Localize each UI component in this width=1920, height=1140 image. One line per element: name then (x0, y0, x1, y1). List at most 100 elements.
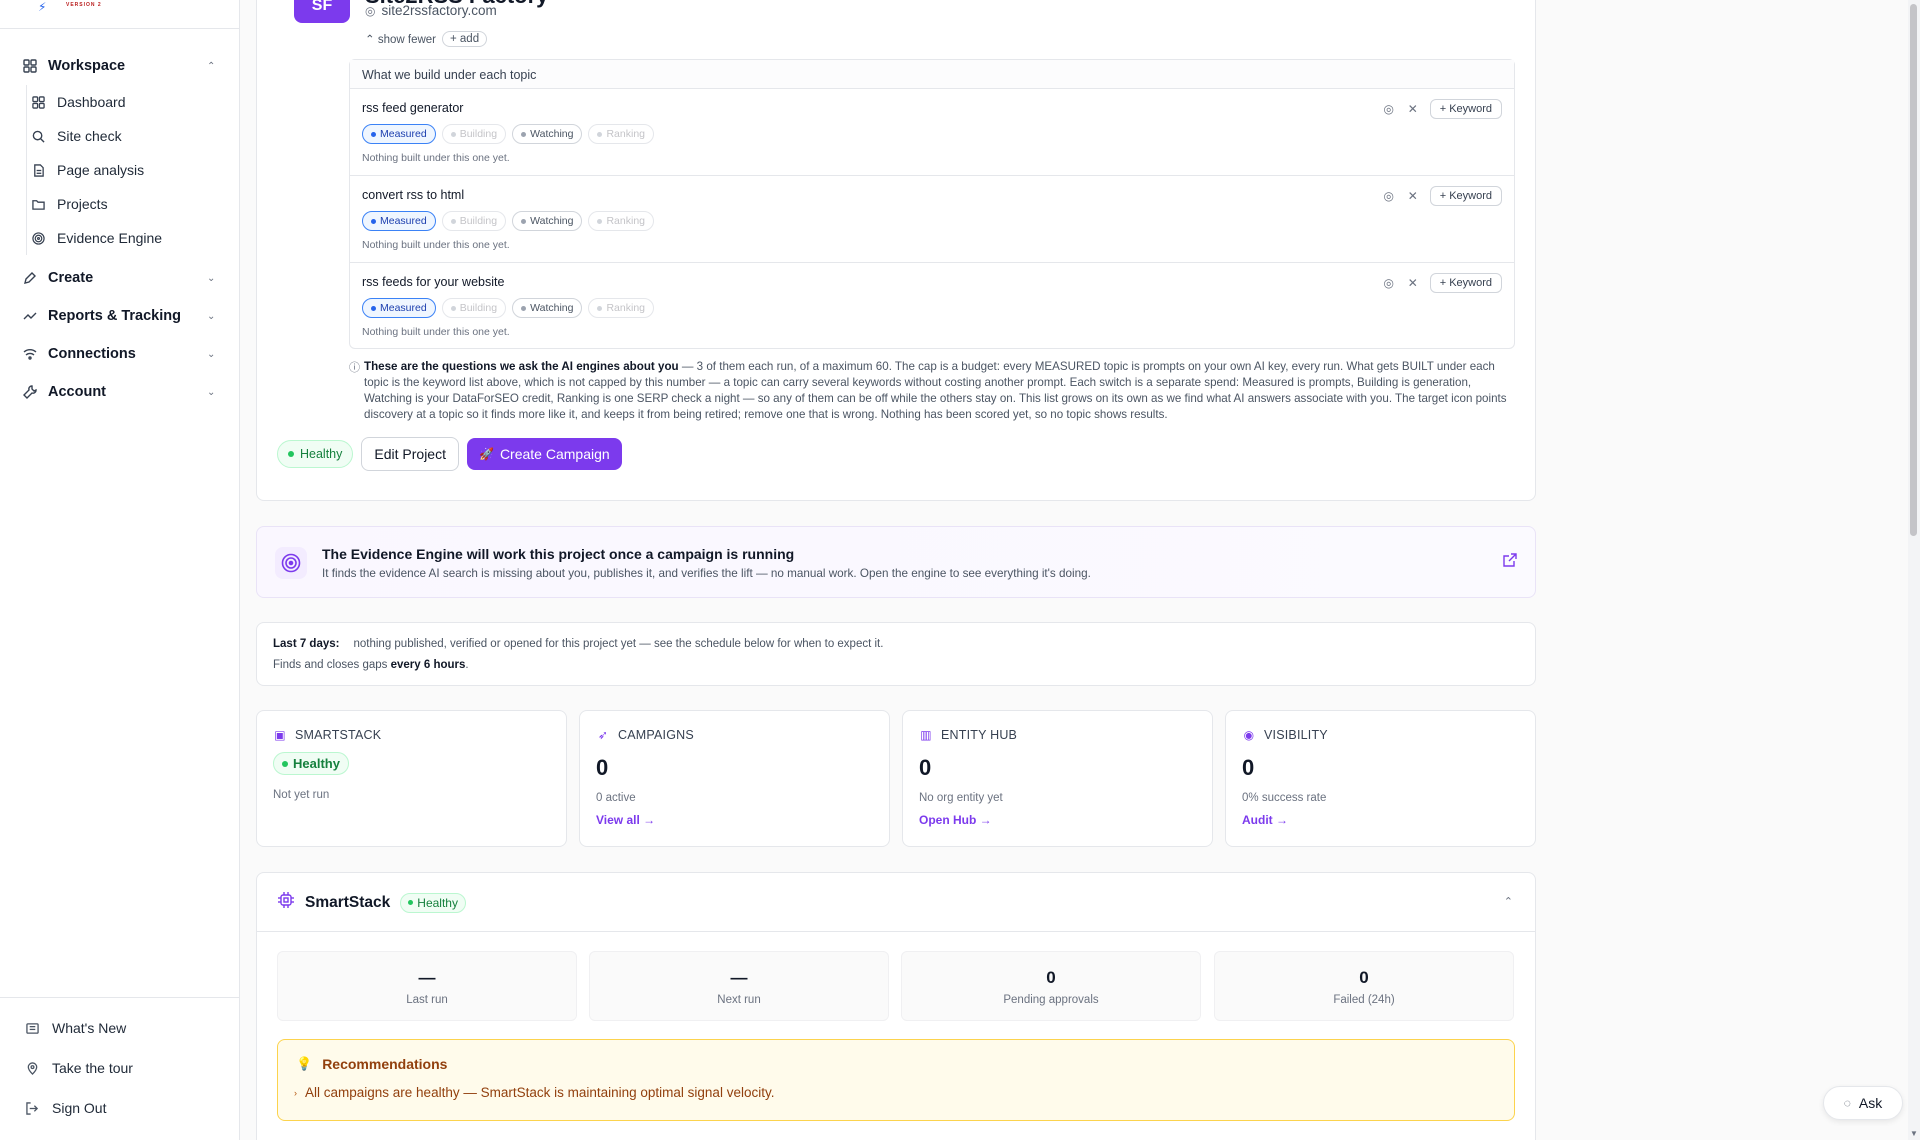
edit-project-button[interactable]: Edit Project (361, 437, 459, 471)
eye-icon: ◉ (1243, 728, 1255, 742)
evidence-engine-banner: The Evidence Engine will work this proje… (256, 526, 1536, 598)
chat-icon: ◌ (1843, 1096, 1851, 1110)
map-pin-icon (24, 1060, 40, 1076)
nav-group-account[interactable]: Account ⌄ (0, 373, 239, 411)
search-icon (31, 129, 45, 143)
topic-row: rss feed generator Measured Building Wat… (350, 89, 1514, 176)
campaigns-stat-card: ➶ CAMPAIGNS 0 0 active View all → (579, 710, 890, 847)
chevron-up-icon[interactable]: ⌃ (1504, 895, 1513, 908)
chip-watching[interactable]: Watching (512, 298, 583, 318)
topic-note: Nothing built under this one yet. (362, 152, 510, 164)
chip-building[interactable]: Building (441, 298, 507, 318)
sign-out-label: Sign Out (52, 1100, 107, 1116)
add-keyword-button[interactable]: + Keyword (1429, 99, 1502, 119)
sidebar-item-evidence-engine[interactable]: Evidence Engine (27, 221, 239, 255)
chip-building[interactable]: Building (441, 211, 507, 231)
sidebar-item-site-check[interactable]: Site check (27, 119, 239, 153)
close-icon[interactable]: ✕ (1406, 189, 1420, 203)
wrench-icon (22, 384, 38, 400)
smartstack-stat-card[interactable]: ▣ SMARTSTACK Healthy Not yet run (256, 710, 567, 847)
nav-group-workspace[interactable]: Workspace ⌃ (0, 47, 239, 85)
close-icon[interactable]: ✕ (1406, 102, 1420, 116)
nav-group-label: Workspace (48, 58, 126, 74)
chip-measured[interactable]: Measured (362, 211, 436, 231)
nav-group-reports[interactable]: Reports & Tracking ⌄ (0, 297, 239, 335)
show-fewer-button[interactable]: ⌃ show fewer (365, 32, 436, 46)
metric-next-run: — Next run (589, 951, 889, 1021)
stat-value: 0 (596, 755, 609, 780)
chip-ranking[interactable]: Ranking (588, 298, 654, 318)
topics-table: What we build under each topic rss feed … (349, 59, 1515, 349)
workspace-items: Dashboard Site check Page analysis Proje… (26, 85, 239, 255)
chevron-down-icon[interactable]: ▼ (1910, 1129, 1918, 1138)
logo-text: VERSION 2 (66, 2, 102, 8)
project-avatar: SF (294, 0, 350, 23)
scrollbar[interactable]: ▼ (1908, 0, 1920, 1140)
target-icon (275, 547, 307, 579)
project-domain-text: site2rssfactory.com (381, 3, 497, 18)
close-icon[interactable]: ✕ (1406, 276, 1420, 290)
chevron-down-icon: ⌄ (207, 386, 216, 398)
chip-building[interactable]: Building (441, 124, 507, 144)
sign-out-link[interactable]: Sign Out (0, 1088, 240, 1128)
topic-chips: Measured Building Watching Ranking (362, 124, 1502, 144)
folder-icon (31, 197, 45, 211)
external-link-icon[interactable] (1503, 553, 1517, 570)
sidebar-item-projects[interactable]: Projects (27, 187, 239, 221)
sidebar-item-label: Dashboard (57, 94, 126, 110)
target-icon[interactable]: ◎ (1382, 276, 1396, 290)
nav-group-label: Create (48, 270, 94, 286)
nav-group-connections[interactable]: Connections ⌄ (0, 335, 239, 373)
ask-button[interactable]: ◌ Ask (1823, 1086, 1903, 1120)
add-topic-button[interactable]: + add (442, 31, 488, 47)
create-campaign-button[interactable]: 🚀 Create Campaign (466, 438, 622, 470)
add-keyword-button[interactable]: + Keyword (1429, 186, 1502, 206)
chip-ranking[interactable]: Ranking (588, 211, 654, 231)
whats-new-label: What's New (52, 1020, 127, 1036)
nav-group-label: Account (48, 384, 106, 400)
main-content: SF Site2RSS Factory ◎ site2rssfactory.co… (240, 0, 1910, 1140)
scrollbar-thumb[interactable] (1910, 4, 1917, 536)
chip-ranking[interactable]: Ranking (588, 124, 654, 144)
smartstack-panel: SmartStack Healthy ⌃ — Last run — Next r… (256, 872, 1536, 1140)
chip-measured[interactable]: Measured (362, 298, 436, 318)
stat-sub: 0% success rate (1242, 792, 1327, 804)
info-icon: ⓘ (349, 362, 360, 374)
recommendations-title: 💡 Recommendations (296, 1056, 448, 1072)
stat-heading: ➶ CAMPAIGNS (597, 728, 694, 742)
open-hub-link[interactable]: Open Hub → (919, 813, 992, 827)
chevron-down-icon: ⌄ (207, 310, 216, 322)
topic-note: Nothing built under this one yet. (362, 239, 510, 251)
nav-group-create[interactable]: Create ⌄ (0, 259, 239, 297)
take-tour-link[interactable]: Take the tour (0, 1048, 240, 1088)
chip-watching[interactable]: Watching (512, 124, 583, 144)
sidebar-item-label: Site check (57, 128, 122, 144)
chip-watching[interactable]: Watching (512, 211, 583, 231)
topic-actions: ◎ ✕ + Keyword (1382, 99, 1502, 119)
chip-measured[interactable]: Measured (362, 124, 436, 144)
whats-new-link[interactable]: What's New (0, 1008, 240, 1048)
sidebar-item-label: Projects (57, 196, 108, 212)
sidebar-nav: Workspace ⌃ Dashboard Site check Page an… (0, 29, 239, 411)
logo[interactable]: ⚡ VERSION 2 (0, 0, 239, 29)
sidebar-item-dashboard[interactable]: Dashboard (27, 85, 239, 119)
chevron-up-icon: ⌃ (207, 60, 216, 72)
sidebar-item-label: Evidence Engine (57, 230, 163, 246)
target-icon[interactable]: ◎ (1382, 189, 1396, 203)
topic-actions: ◎ ✕ + Keyword (1382, 273, 1502, 293)
metric-value: 0 (1046, 968, 1056, 987)
project-domain[interactable]: ◎ site2rssfactory.com (365, 3, 497, 18)
recommendations-box: 💡 Recommendations › All campaigns are heal… (277, 1039, 1515, 1121)
smartstack-header: SmartStack Healthy (277, 891, 466, 914)
add-keyword-button[interactable]: + Keyword (1429, 273, 1502, 293)
status-badge: Healthy (400, 892, 466, 913)
metric-label: Pending approvals (1003, 994, 1099, 1006)
topic-chips: Measured Building Watching Ranking (362, 298, 1502, 318)
view-all-campaigns-link[interactable]: View all → (596, 813, 655, 827)
pen-icon (22, 270, 38, 286)
target-icon[interactable]: ◎ (1382, 102, 1396, 116)
sidebar-item-page-analysis[interactable]: Page analysis (27, 153, 239, 187)
lightbulb-icon: 💡 (296, 1056, 313, 1071)
topic-chips: Measured Building Watching Ranking (362, 211, 1502, 231)
audit-link[interactable]: Audit → (1242, 813, 1288, 827)
